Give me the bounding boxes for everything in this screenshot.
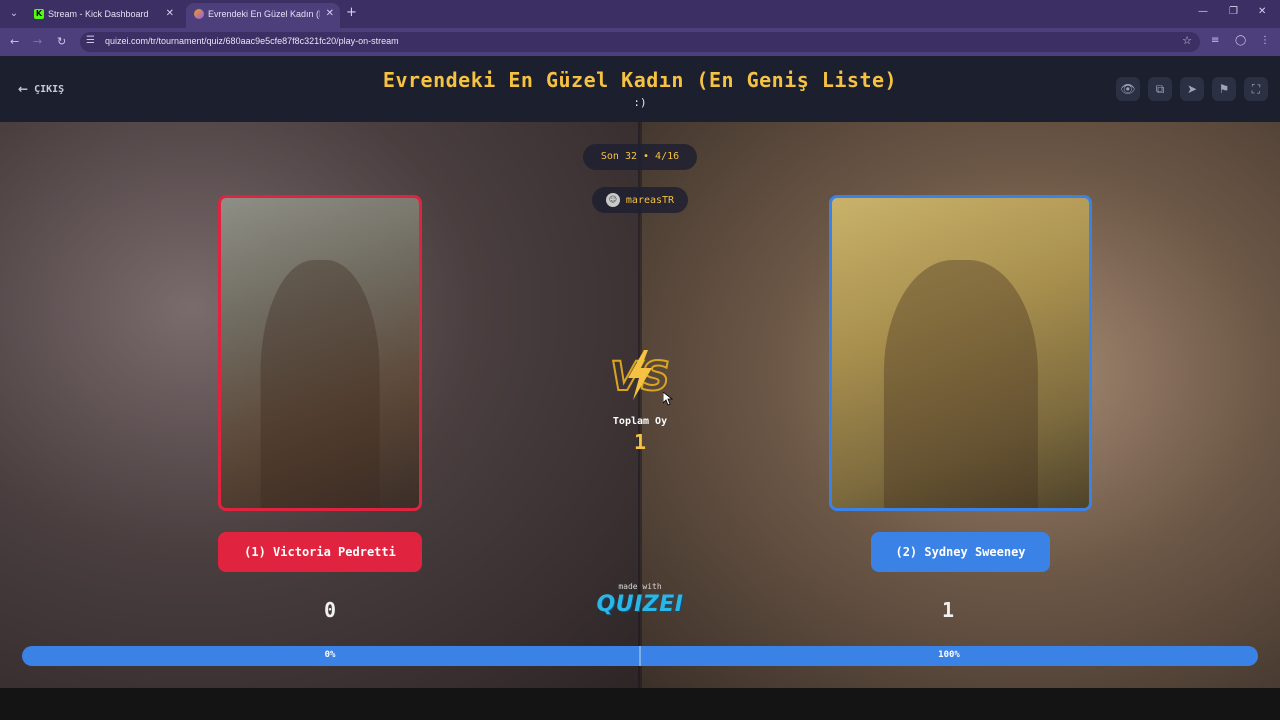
- site-info-icon[interactable]: ☰: [86, 35, 95, 46]
- close-tab-icon[interactable]: ✕: [326, 8, 334, 19]
- copy-icon[interactable]: ⧉: [1148, 77, 1172, 101]
- total-votes-value: 1: [633, 430, 647, 454]
- page-title: Evrendeki En Güzel Kadın (En Geniş Liste…: [382, 68, 898, 92]
- fullscreen-icon[interactable]: ⛶: [1244, 77, 1268, 101]
- new-tab-plus-icon[interactable]: +: [346, 5, 357, 20]
- avatar: ☺: [605, 193, 620, 207]
- eye-icon[interactable]: 👁: [1116, 77, 1140, 101]
- minimize-icon[interactable]: —: [1198, 6, 1208, 17]
- mouse-cursor-icon: [663, 392, 673, 406]
- quiz-page: ← ÇIKIŞ Evrendeki En Güzel Kadın (En Gen…: [0, 56, 1280, 688]
- quizei-favicon-icon: [194, 9, 204, 19]
- streamer-username: mareasTR: [625, 194, 675, 206]
- contestant-card-left[interactable]: [218, 195, 422, 511]
- round-badge: Son 32 • 4/16: [583, 144, 697, 170]
- quiz-header: ← ÇIKIŞ Evrendeki En Güzel Kadın (En Gen…: [0, 56, 1280, 122]
- browser-tab-bar: ⌄ K Stream - Kick Dashboard ✕ Evrendeki …: [0, 0, 1280, 28]
- menu-kebab-icon[interactable]: ⋮: [1260, 35, 1270, 46]
- close-window-icon[interactable]: ✕: [1258, 6, 1266, 17]
- contestant-photo-left: [260, 260, 380, 508]
- restore-icon[interactable]: ❐: [1229, 6, 1238, 17]
- page-subtitle: :): [633, 96, 647, 109]
- percent-left: 0%: [324, 650, 336, 660]
- total-votes-label: Toplam Oy: [612, 416, 668, 427]
- bookmark-star-icon[interactable]: ☆: [1182, 34, 1192, 47]
- browser-tab-quizei[interactable]: Evrendeki En Güzel Kadın (En G ✕: [186, 3, 340, 28]
- url-text[interactable]: quizei.com/tr/tournament/quiz/680aac9e5c…: [105, 36, 399, 46]
- tab-search-chevron-icon[interactable]: ⌄: [6, 6, 22, 22]
- close-tab-icon[interactable]: ✕: [166, 8, 174, 19]
- kick-favicon-icon: K: [34, 9, 44, 19]
- flag-icon[interactable]: ⚑: [1212, 77, 1236, 101]
- made-with-label: made with: [618, 582, 662, 591]
- streamer-badge: ☺ mareasTR: [592, 187, 688, 213]
- send-icon[interactable]: ➤: [1180, 77, 1204, 101]
- taskbar-strip: [0, 688, 1280, 720]
- back-arrow-icon[interactable]: ←: [10, 35, 19, 48]
- contestant-card-right[interactable]: [829, 195, 1092, 511]
- browser-tab-title: Evrendeki En Güzel Kadın (En G: [208, 9, 320, 19]
- browser-address-bar: ← → ↻ ☰ quizei.com/tr/tournament/quiz/68…: [0, 28, 1280, 56]
- score-right: 1: [941, 598, 955, 622]
- quizei-logo[interactable]: QUIZEI: [580, 592, 700, 617]
- profile-icon[interactable]: ◯: [1235, 35, 1246, 46]
- browser-tab-title: Stream - Kick Dashboard: [48, 9, 149, 19]
- contestant-photo-right: [883, 260, 1038, 508]
- vote-progress-bar: 0% 100%: [22, 646, 1258, 666]
- score-left: 0: [323, 598, 337, 622]
- progress-center-mark: [639, 646, 641, 666]
- url-omnibox[interactable]: ☰ quizei.com/tr/tournament/quiz/680aac9e…: [80, 32, 1200, 52]
- media-controls-icon[interactable]: ≡: [1211, 35, 1219, 46]
- browser-tab-kick[interactable]: K Stream - Kick Dashboard ✕: [26, 3, 180, 28]
- percent-right: 100%: [938, 650, 960, 660]
- reload-icon[interactable]: ↻: [57, 35, 66, 48]
- vote-button-right[interactable]: (2) Sydney Sweeney: [871, 532, 1050, 572]
- forward-arrow-icon[interactable]: →: [33, 35, 42, 48]
- vote-button-left[interactable]: (1) Victoria Pedretti: [218, 532, 422, 572]
